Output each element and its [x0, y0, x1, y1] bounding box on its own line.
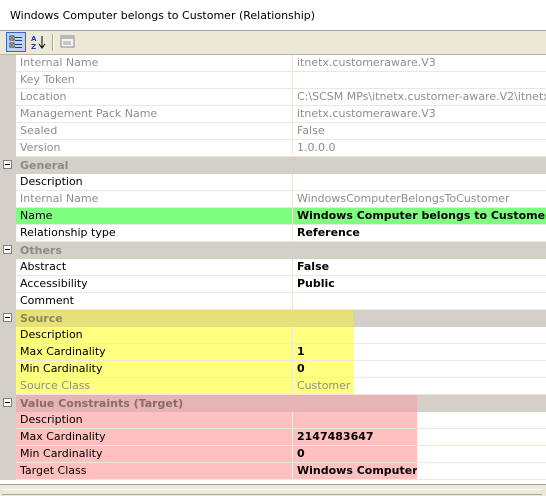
categorized-icon[interactable]: [6, 32, 26, 52]
property-name: Internal Name: [16, 191, 293, 207]
property-name: Min Cardinality: [16, 361, 293, 377]
property-name: Sealed: [16, 123, 293, 139]
grid-row[interactable]: Location C:\SCSM MPs\itnetx.customer-awa…: [0, 89, 546, 106]
property-value: itnetx.customeraware.V3: [297, 107, 436, 120]
property-name: Relationship type: [16, 225, 293, 241]
property-value[interactable]: 0: [293, 446, 417, 462]
property-name: Min Cardinality: [16, 446, 293, 462]
category-others[interactable]: Others: [0, 242, 546, 259]
grid-row[interactable]: Sealed False: [0, 123, 546, 140]
collapse-icon[interactable]: [3, 245, 12, 254]
property-name: Description: [16, 412, 293, 428]
grid-row[interactable]: Management Pack Name itnetx.customerawar…: [0, 106, 546, 123]
grid-row[interactable]: Description: [0, 174, 546, 191]
category-target[interactable]: Value Constraints (Target): [0, 395, 546, 412]
grid-row[interactable]: Version 1.0.0.0: [0, 140, 546, 157]
category-label: Source: [20, 312, 63, 325]
category-general[interactable]: General: [0, 157, 546, 174]
property-value: 1.0.0.0: [297, 141, 336, 154]
grid-row[interactable]: Relationship type Reference: [0, 225, 546, 242]
property-name: Description: [16, 327, 293, 343]
property-value[interactable]: Public: [293, 276, 546, 292]
property-value: C:\SCSM MPs\itnetx.customer-aware.V2\itn…: [297, 90, 546, 103]
property-value: itnetx.customeraware.V3: [297, 56, 436, 69]
category-label: Value Constraints (Target): [20, 397, 184, 410]
category-label: General: [20, 159, 69, 172]
grid-row[interactable]: Accessibility Public: [0, 276, 546, 293]
collapse-icon[interactable]: [3, 398, 12, 407]
grid-row[interactable]: Internal Name WindowsComputerBelongsToCu…: [0, 191, 546, 208]
property-name: Description: [16, 174, 293, 190]
property-value[interactable]: [293, 412, 417, 428]
grid-row[interactable]: Min Cardinality 0: [0, 446, 546, 463]
property-name: Abstract: [16, 259, 293, 275]
property-value[interactable]: [293, 293, 546, 309]
property-name: Comment: [16, 293, 293, 309]
window-title-bar: Windows Computer belongs to Customer (Re…: [0, 0, 546, 31]
property-pages-icon[interactable]: [58, 32, 78, 52]
grid-row[interactable]: Comment: [0, 293, 546, 310]
grid-row[interactable]: Description: [0, 327, 546, 344]
property-name: Management Pack Name: [16, 106, 293, 122]
grid-row[interactable]: Max Cardinality 1: [0, 344, 546, 361]
collapse-icon[interactable]: [3, 160, 12, 169]
property-value[interactable]: Windows Computer: [293, 463, 417, 479]
property-value[interactable]: 1: [293, 344, 353, 360]
grid-row[interactable]: Description: [0, 412, 546, 429]
property-name: Max Cardinality: [16, 344, 293, 360]
svg-text:Z: Z: [31, 43, 36, 50]
property-grid-toolbar: A Z: [0, 31, 546, 55]
property-value[interactable]: [293, 327, 353, 343]
property-value[interactable]: False: [293, 259, 546, 275]
property-value[interactable]: Windows Computer belongs to Customer: [293, 208, 546, 224]
property-name: Target Class: [16, 463, 293, 479]
property-value: Customer: [293, 378, 353, 394]
property-value[interactable]: 0: [293, 361, 353, 377]
property-value[interactable]: [293, 174, 546, 190]
property-grid: Internal Name itnetx.customeraware.V3 Ke…: [0, 55, 546, 484]
property-name: Location: [16, 89, 293, 105]
property-name: Source Class: [16, 378, 293, 394]
grid-row[interactable]: Max Cardinality 2147483647: [0, 429, 546, 446]
property-name: Internal Name: [16, 55, 293, 71]
property-value: [293, 72, 546, 88]
grid-row[interactable]: Min Cardinality 0: [0, 361, 546, 378]
window-title: Windows Computer belongs to Customer (Re…: [10, 9, 316, 22]
category-source[interactable]: Source: [0, 310, 546, 327]
collapse-icon[interactable]: [3, 313, 12, 322]
svg-text:A: A: [31, 35, 37, 43]
grid-row[interactable]: Key Token: [0, 72, 546, 89]
grid-row[interactable]: Abstract False: [0, 259, 546, 276]
property-name: Accessibility: [16, 276, 293, 292]
alphabetical-sort-icon[interactable]: A Z: [28, 32, 48, 52]
property-value: False: [297, 124, 325, 137]
grid-row[interactable]: Internal Name itnetx.customeraware.V3: [0, 55, 546, 72]
toolbar-separator: [52, 34, 54, 51]
property-value: WindowsComputerBelongsToCustomer: [297, 192, 510, 205]
description-pane-splitter[interactable]: [0, 484, 546, 496]
grid-row[interactable]: Target Class Windows Computer: [0, 463, 546, 480]
grid-row-selected[interactable]: Name Windows Computer belongs to Custome…: [0, 208, 546, 225]
property-name: Max Cardinality: [16, 429, 293, 445]
property-name: Key Token: [16, 72, 293, 88]
property-value[interactable]: Reference: [293, 225, 546, 241]
property-name: Name: [16, 208, 293, 224]
category-label: Others: [20, 244, 62, 257]
grid-row[interactable]: Source Class Customer: [0, 378, 546, 395]
property-value[interactable]: 2147483647: [293, 429, 417, 445]
property-name: Version: [16, 140, 293, 156]
